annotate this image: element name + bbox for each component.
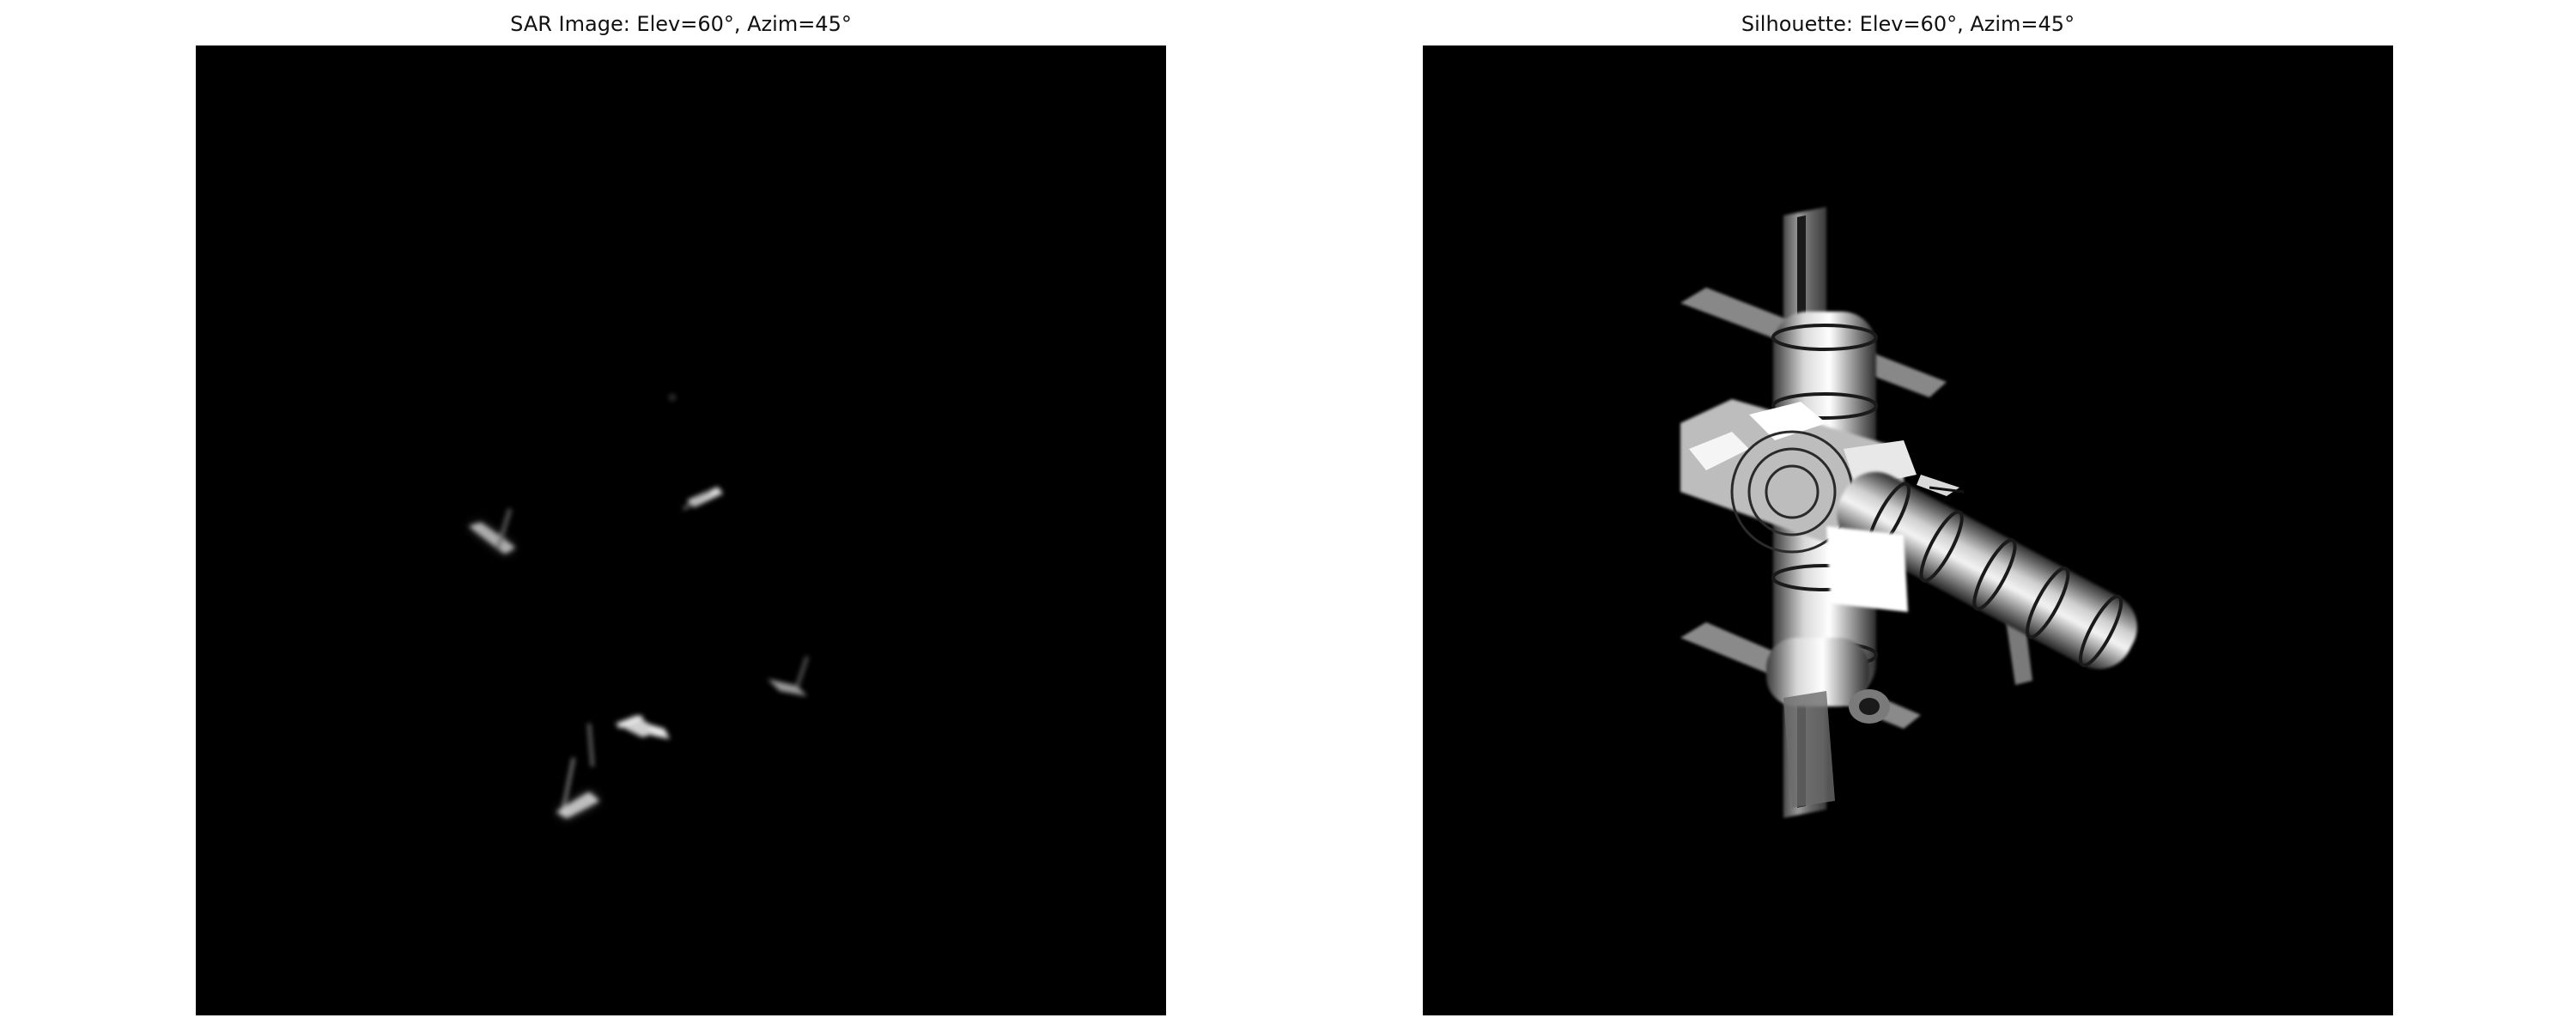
silhouette-title: Silhouette: Elev=60°, Azim=45° xyxy=(1741,12,2075,36)
sar-image xyxy=(196,45,1166,1015)
sar-image-render xyxy=(196,45,1166,1015)
sar-image-title: SAR Image: Elev=60°, Azim=45° xyxy=(510,12,852,36)
silhouette-render xyxy=(1423,45,2393,1015)
silhouette-image xyxy=(1423,45,2393,1015)
